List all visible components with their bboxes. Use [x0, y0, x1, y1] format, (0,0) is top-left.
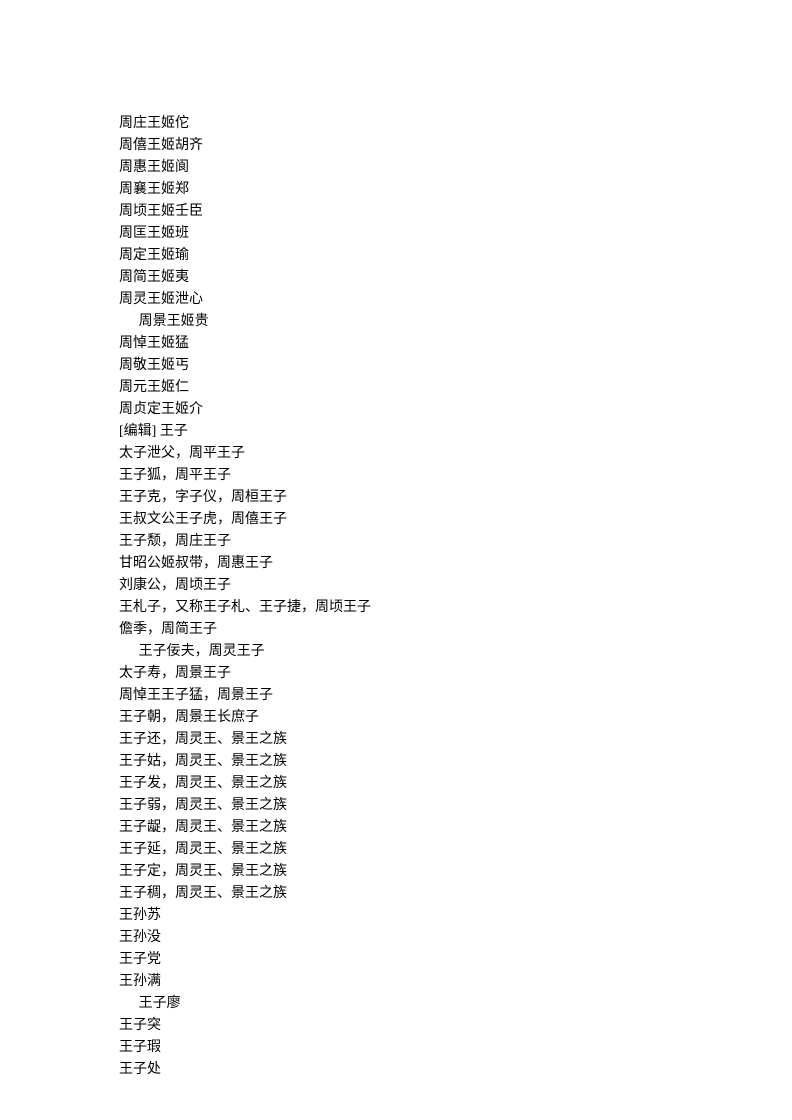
- text-line: 王子姑，周灵王、景王之族: [119, 751, 679, 773]
- text-line: 周悼王姬猛: [119, 333, 679, 355]
- text-line: 王子龊，周灵王、景王之族: [119, 817, 679, 839]
- text-line: 王子发，周灵王、景王之族: [119, 773, 679, 795]
- text-line: 周定王姬瑜: [119, 245, 679, 267]
- text-line: [编辑] 王子: [119, 421, 679, 443]
- text-line: 王孙苏: [119, 905, 679, 927]
- text-line: 王子延，周灵王、景王之族: [119, 839, 679, 861]
- text-line: 王子瑕: [119, 1037, 679, 1059]
- text-line: 王子党: [119, 949, 679, 971]
- text-line: 王子定，周灵王、景王之族: [119, 861, 679, 883]
- text-line: 儋季，周简王子: [119, 619, 679, 641]
- text-line: 周僖王姬胡齐: [119, 135, 679, 157]
- text-line: 王子还，周灵王、景王之族: [119, 729, 679, 751]
- text-line: 王子佞夫，周灵王子: [119, 641, 679, 663]
- text-line: 周顷王姬壬臣: [119, 201, 679, 223]
- text-line: 周襄王姬郑: [119, 179, 679, 201]
- text-line: 周元王姬仁: [119, 377, 679, 399]
- text-line: 王子突: [119, 1015, 679, 1037]
- text-line: 周贞定王姬介: [119, 399, 679, 421]
- text-line: 王子弱，周灵王、景王之族: [119, 795, 679, 817]
- text-line: 王子处: [119, 1059, 679, 1081]
- text-line: 王子廖: [119, 993, 679, 1015]
- text-line: 周悼王王子猛，周景王子: [119, 685, 679, 707]
- text-line: 周敬王姬丐: [119, 355, 679, 377]
- text-line: 王子朝，周景王长庶子: [119, 707, 679, 729]
- text-line: 周景王姬贵: [119, 311, 679, 333]
- text-line: 王叔文公王子虎，周僖王子: [119, 509, 679, 531]
- text-line: 周庄王姬佗: [119, 113, 679, 135]
- text-line: 王札子，又称王子札、王子捷，周顷王子: [119, 597, 679, 619]
- text-line: 周匡王姬班: [119, 223, 679, 245]
- text-line: 王子稠，周灵王、景王之族: [119, 883, 679, 905]
- text-line: 王子颓，周庄王子: [119, 531, 679, 553]
- text-line: 刘康公，周顷王子: [119, 575, 679, 597]
- text-line: 太子寿，周景王子: [119, 663, 679, 685]
- text-line: 王子狐，周平王子: [119, 465, 679, 487]
- text-line: 周简王姬夷: [119, 267, 679, 289]
- text-line: 甘昭公姬叔带，周惠王子: [119, 553, 679, 575]
- document-body: 周庄王姬佗周僖王姬胡齐周惠王姬阆周襄王姬郑周顷王姬壬臣周匡王姬班周定王姬瑜周简王…: [0, 0, 679, 1081]
- text-line: 太子泄父，周平王子: [119, 443, 679, 465]
- text-line: 王孙满: [119, 971, 679, 993]
- text-line: 王子克，字子仪，周桓王子: [119, 487, 679, 509]
- text-line: 王孙没: [119, 927, 679, 949]
- text-line: 周灵王姬泄心: [119, 289, 679, 311]
- text-line: 周惠王姬阆: [119, 157, 679, 179]
